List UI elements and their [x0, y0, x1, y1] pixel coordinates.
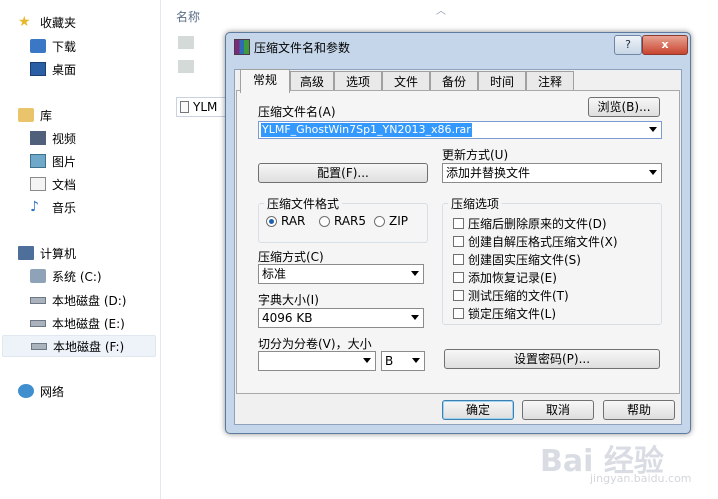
create-solid-checkbox[interactable]: 创建固实压缩文件(S) — [453, 251, 581, 268]
radio-icon — [319, 215, 330, 227]
close-icon[interactable]: x — [642, 35, 688, 55]
radio-selected-icon — [266, 215, 277, 227]
dialog-title: 压缩文件名和参数 — [254, 41, 351, 55]
system-drive-icon — [30, 269, 46, 283]
archive-name-value: YLMF_GhostWin7Sp1_YN2013_x86.rar — [261, 123, 472, 137]
sidebar-item-drive-f[interactable]: 本地磁盘 (F:) — [2, 335, 156, 357]
sidebar-item-documents[interactable]: 文档 — [30, 174, 76, 194]
ok-button[interactable]: 确定 — [442, 400, 514, 420]
tab-backup[interactable]: 备份 — [430, 71, 478, 91]
test-files-checkbox[interactable]: 测试压缩的文件(T) — [453, 287, 569, 304]
sidebar-libraries[interactable]: 库 — [18, 105, 52, 125]
format-rar5-radio[interactable]: RAR5 — [319, 214, 366, 228]
blurred-file-icon — [178, 60, 194, 73]
network-icon — [18, 384, 34, 398]
blurred-file-icon — [178, 36, 194, 49]
archive-options-label: 压缩选项 — [448, 195, 503, 212]
lock-archive-checkbox[interactable]: 锁定压缩文件(L) — [453, 305, 556, 322]
sidebar-item-drive-e[interactable]: 本地磁盘 (E:) — [30, 313, 125, 333]
disk-drive-icon — [31, 342, 47, 350]
chevron-down-icon — [363, 358, 371, 363]
profiles-button[interactable]: 配置(F)... — [258, 163, 428, 183]
tab-options[interactable]: 选项 — [334, 71, 382, 91]
compression-method-label: 压缩方式(C) — [258, 250, 324, 264]
archive-name-input[interactable]: YLMF_GhostWin7Sp1_YN2013_x86.rar — [258, 121, 662, 139]
sidebar-item-drive-c[interactable]: 系统 (C:) — [30, 266, 102, 286]
disk-drive-icon — [30, 319, 46, 327]
tab-comment[interactable]: 注释 — [526, 71, 574, 91]
split-volumes-label: 切分为分卷(V)，大小 — [258, 337, 372, 351]
sidebar-network[interactable]: 网络 — [18, 381, 64, 401]
music-icon: ♪ — [30, 199, 39, 215]
chevron-down-icon — [412, 358, 420, 363]
file-icon — [180, 101, 189, 113]
video-icon — [30, 131, 46, 145]
sidebar-item-desktop[interactable]: 桌面 — [30, 59, 76, 79]
sidebar-item-drive-d[interactable]: 本地磁盘 (D:) — [30, 290, 126, 310]
browse-button[interactable]: 浏览(B)... — [588, 97, 660, 117]
tab-time[interactable]: 时间 — [478, 71, 526, 91]
delete-after-checkbox[interactable]: 压缩后删除原来的文件(D) — [453, 215, 607, 232]
radio-icon — [374, 215, 385, 227]
chevron-up-icon: ︿ — [436, 6, 446, 17]
format-rar-radio[interactable]: RAR — [266, 214, 305, 228]
dictionary-size-select[interactable]: 4096 KB — [258, 308, 424, 328]
format-zip-radio[interactable]: ZIP — [374, 214, 408, 228]
checkbox-icon — [453, 236, 464, 247]
checkbox-icon — [453, 218, 464, 229]
cancel-button[interactable]: 取消 — [522, 400, 594, 420]
checkbox-icon — [453, 254, 464, 265]
create-sfx-checkbox[interactable]: 创建自解压格式压缩文件(X) — [453, 233, 618, 250]
baidu-watermark-url: jingyan.baidu.com — [590, 472, 692, 485]
sidebar-item-downloads[interactable]: 下载 — [30, 36, 76, 56]
dictionary-size-label: 字典大小(I) — [258, 293, 319, 307]
split-size-input[interactable] — [258, 351, 376, 371]
chevron-down-icon[interactable] — [649, 127, 657, 132]
tab-files[interactable]: 文件 — [382, 71, 430, 91]
picture-icon — [30, 154, 46, 168]
chevron-down-icon — [411, 271, 419, 276]
sidebar-favorites[interactable]: ★ 收藏夹 — [18, 12, 76, 32]
disk-drive-icon — [30, 296, 46, 304]
help-button[interactable]: 帮助 — [603, 400, 675, 420]
explorer-sidebar: ★ 收藏夹 下载 桌面 库 视频 图片 文档 ♪ 音乐 计算机 系统 (C:) … — [0, 0, 161, 499]
tab-advanced[interactable]: 高级 — [290, 71, 334, 91]
checkbox-icon — [453, 272, 464, 283]
column-header-name[interactable]: 名称 — [176, 8, 200, 25]
tab-general[interactable]: 常规 — [240, 69, 290, 93]
star-icon: ★ — [18, 14, 31, 30]
sidebar-item-music[interactable]: ♪ 音乐 — [30, 197, 76, 217]
chevron-down-icon — [411, 315, 419, 320]
computer-icon — [18, 246, 34, 260]
split-unit-select[interactable]: B — [381, 351, 425, 371]
document-icon — [30, 177, 46, 191]
checkbox-icon — [453, 290, 464, 301]
update-mode-label: 更新方式(U) — [442, 148, 509, 162]
update-mode-select[interactable]: 添加并替换文件 — [442, 163, 662, 183]
archive-format-label: 压缩文件格式 — [264, 195, 343, 212]
archive-name-label: 压缩文件名(A) — [258, 105, 336, 119]
sidebar-item-pictures[interactable]: 图片 — [30, 151, 76, 171]
compression-method-select[interactable]: 标准 — [258, 264, 424, 284]
library-icon — [18, 108, 34, 122]
download-folder-icon — [30, 39, 46, 53]
set-password-button[interactable]: 设置密码(P)... — [444, 349, 660, 369]
winrar-icon — [234, 39, 250, 55]
checkbox-icon — [453, 308, 464, 319]
sidebar-item-videos[interactable]: 视频 — [30, 128, 76, 148]
archive-dialog: 压缩文件名和参数 ? x 常规 高级 选项 文件 备份 时间 注释 压缩文件名(… — [225, 32, 691, 434]
desktop-icon — [30, 62, 46, 76]
sidebar-computer[interactable]: 计算机 — [18, 243, 76, 263]
recovery-record-checkbox[interactable]: 添加恢复记录(E) — [453, 269, 557, 286]
dialog-titlebar[interactable]: 压缩文件名和参数 ? x — [226, 33, 690, 61]
help-icon[interactable]: ? — [614, 35, 642, 55]
chevron-down-icon — [649, 170, 657, 175]
